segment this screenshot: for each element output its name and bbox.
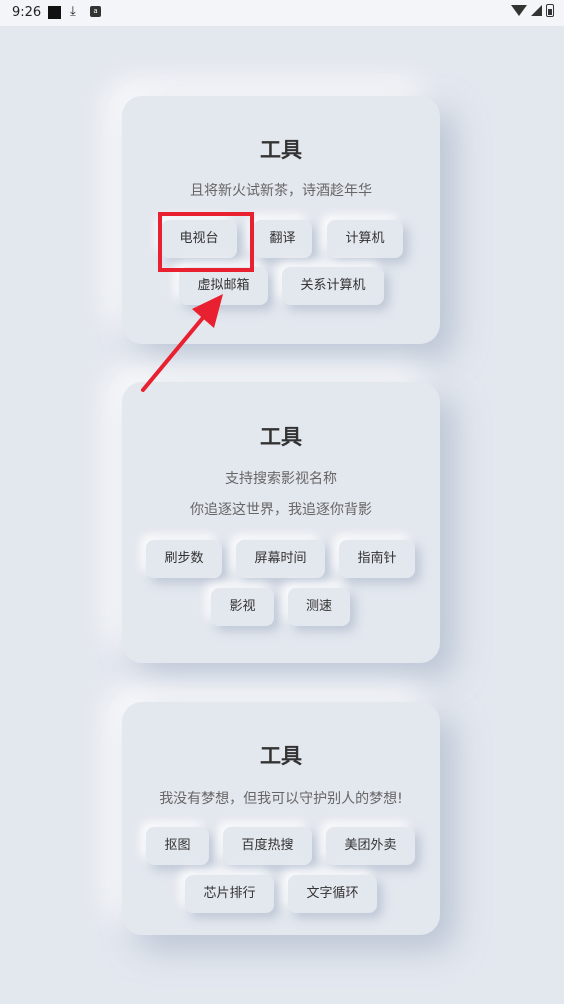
pointer-arrow-icon bbox=[141, 294, 223, 392]
